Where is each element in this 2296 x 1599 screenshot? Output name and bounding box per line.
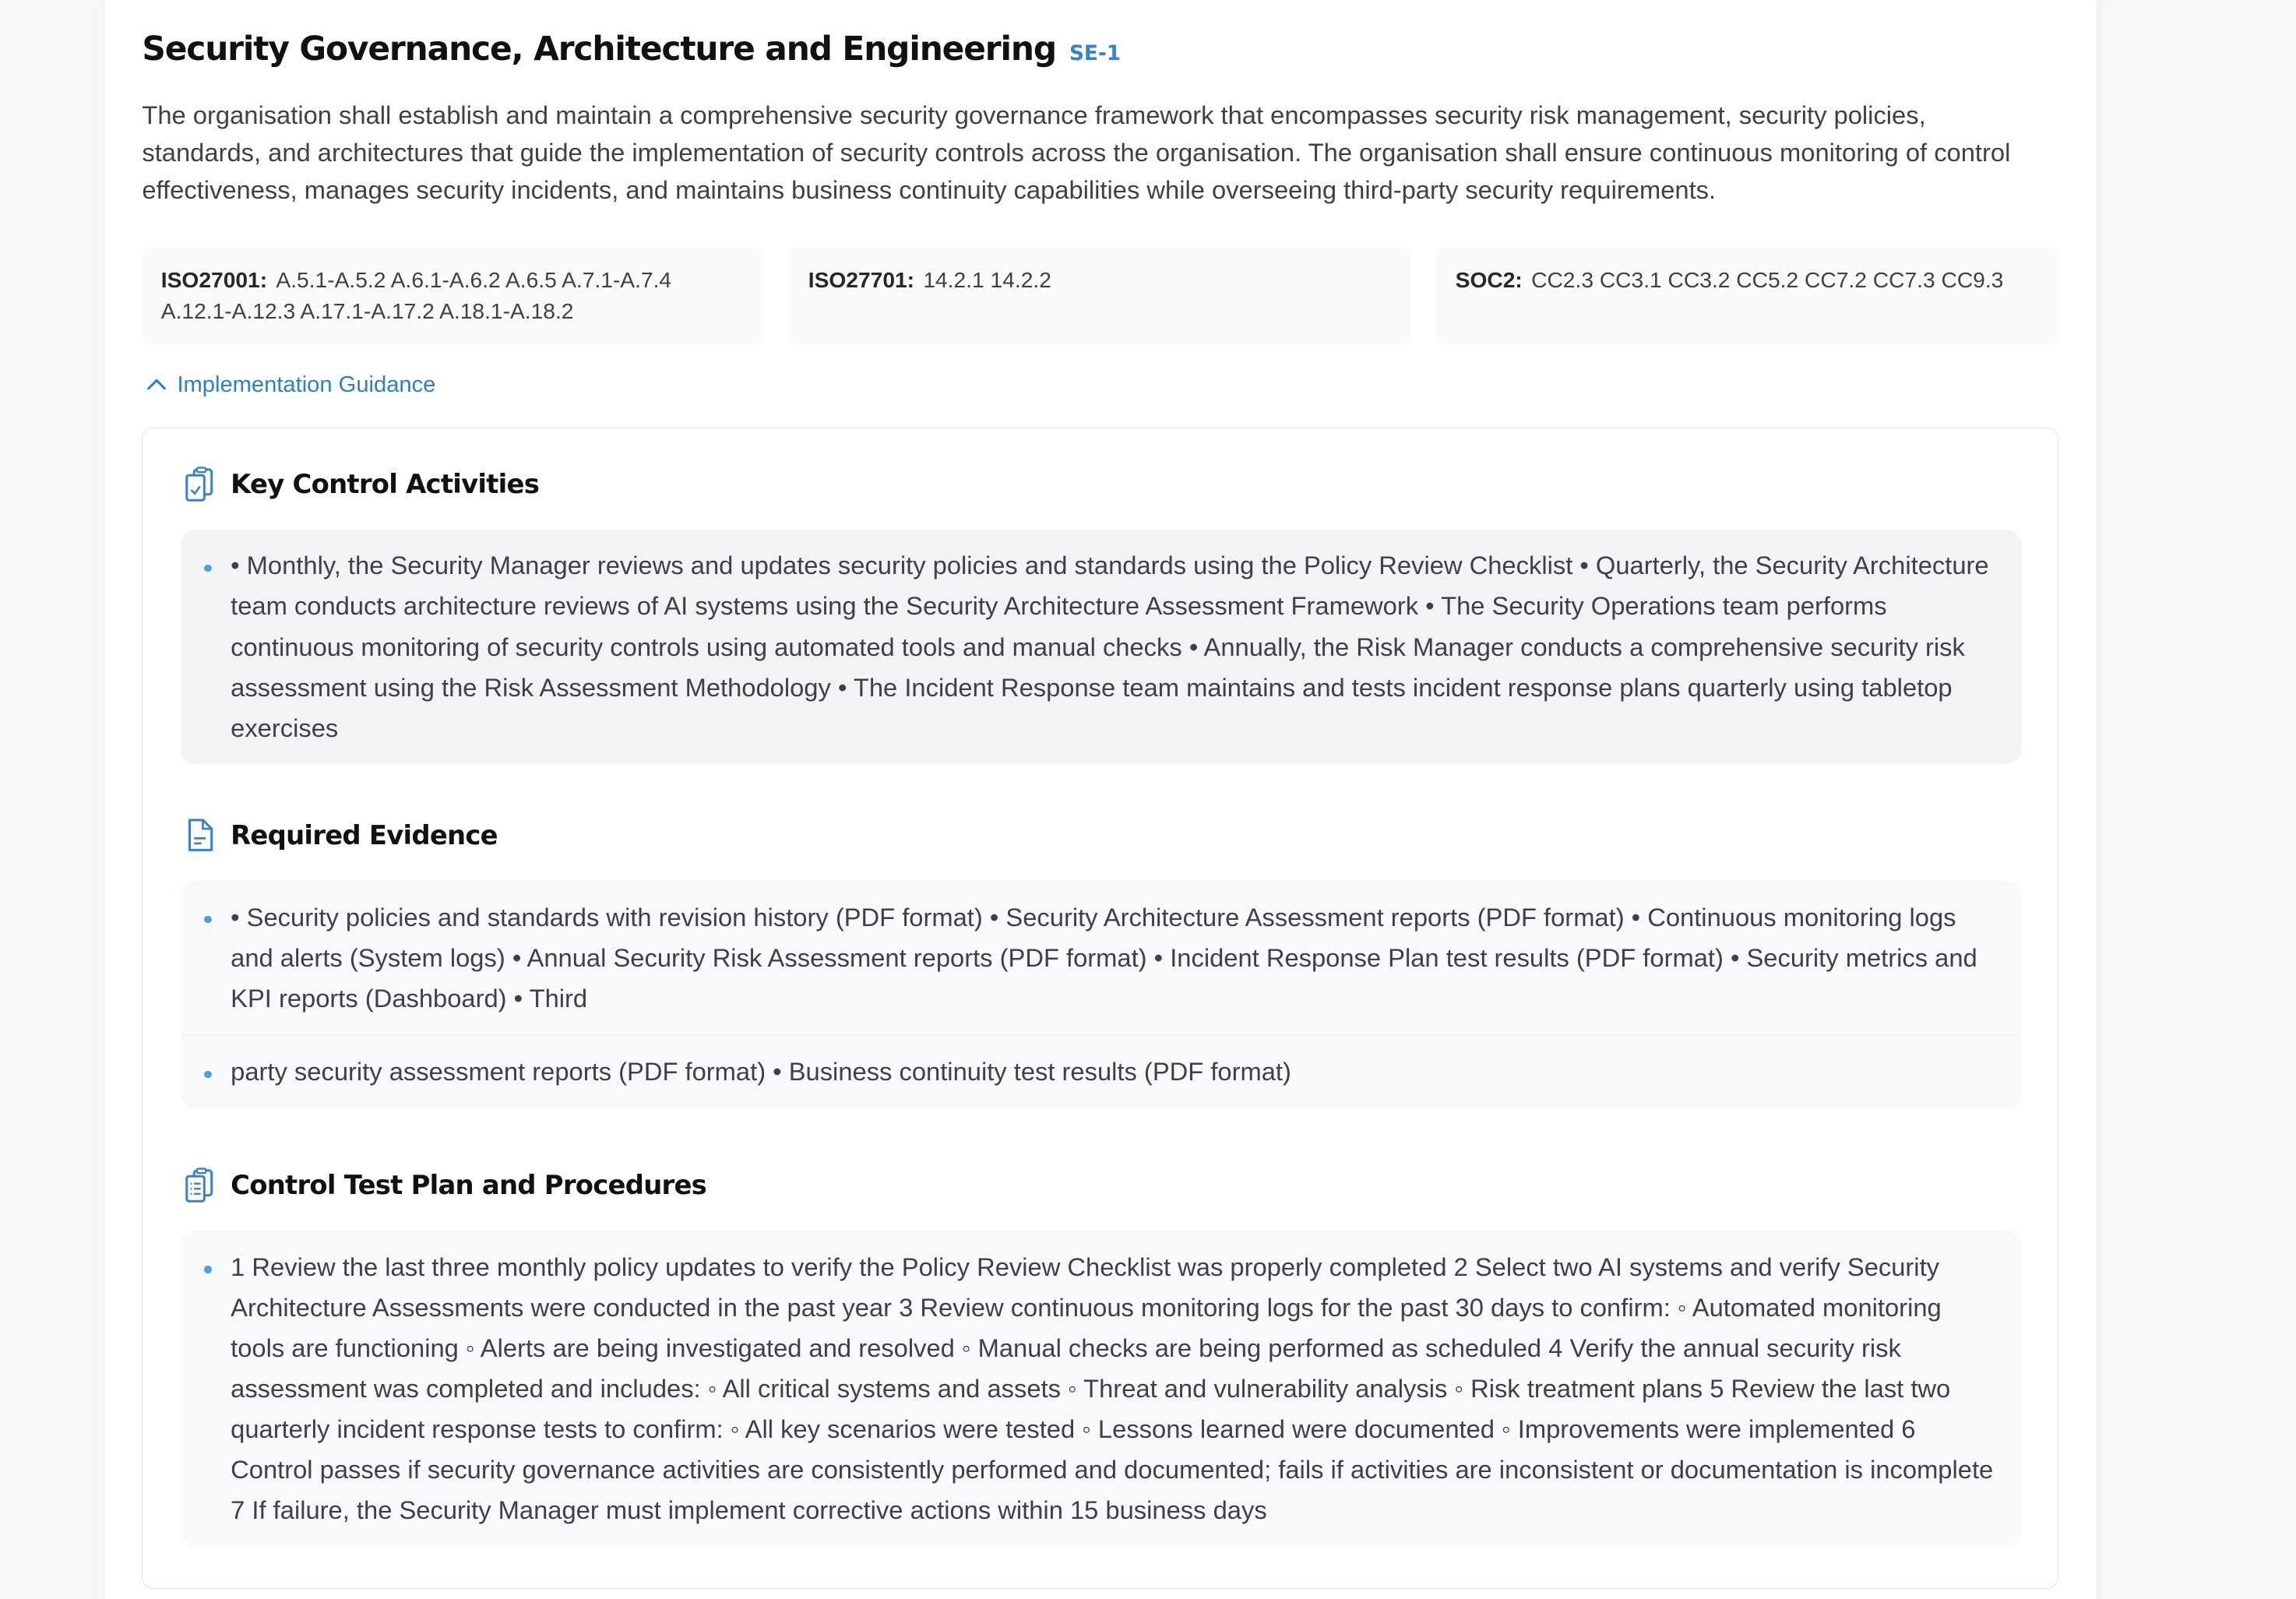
section-title: Key Control Activities (231, 468, 540, 499)
reference-value: 14.2.1 14.2.2 (923, 267, 1051, 293)
reference-label: ISO27701: (808, 267, 915, 293)
section-title: Required Evidence (231, 820, 498, 851)
reference-label: SOC2: (1455, 267, 1523, 293)
implementation-guidance-panel: Key Control Activities • Monthly, the Se… (142, 427, 2059, 1589)
list-item: • Security policies and standards with r… (181, 881, 2021, 1035)
reference-soc2: SOC2: CC2.3 CC3.1 CC3.2 CC5.2 CC7.2 CC7.3… (1436, 247, 2059, 344)
implementation-guidance-toggle[interactable]: Implementation Guidance (145, 372, 435, 398)
reference-value: CC2.3 CC3.1 CC3.2 CC5.2 CC7.2 CC7.3 CC9.… (1531, 267, 2004, 293)
control-card: Security Governance, Architecture and En… (105, 0, 2097, 1599)
section-header-control-test-plan: Control Test Plan and Procedures (184, 1168, 707, 1203)
section-title: Control Test Plan and Procedures (231, 1170, 707, 1201)
list-item: 1 Review the last three monthly policy u… (181, 1231, 2021, 1547)
page: Security Governance, Architecture and En… (0, 0, 2296, 1599)
clipboard-list-icon (185, 1168, 213, 1203)
reference-iso27701: ISO27701: 14.2.1 14.2.2 (789, 247, 1412, 344)
required-evidence-list: • Security policies and standards with r… (181, 880, 2022, 1108)
control-test-plan-list: 1 Review the last three monthly policy u… (181, 1231, 2022, 1548)
implementation-guidance-label: Implementation Guidance (177, 372, 436, 397)
chevron-up-icon (146, 379, 167, 390)
clipboard-check-icon (185, 467, 213, 502)
control-description: The organisation shall establish and mai… (142, 100, 2011, 205)
reference-iso27001: ISO27001: A.5.1-A.5.2 A.6.1-A.6.2 A.6.5 A… (142, 247, 765, 344)
list-item: • Monthly, the Security Manager reviews … (181, 530, 2021, 765)
control-title: Security Governance, Architecture and En… (142, 29, 1057, 68)
key-control-activities-list: • Monthly, the Security Manager reviews … (181, 529, 2022, 765)
document-icon (188, 819, 213, 851)
control-code-badge: SE-1 (1069, 41, 1122, 65)
section-header-key-control-activities: Key Control Activities (184, 467, 540, 502)
list-item: party security assessment reports (PDF f… (181, 1034, 2022, 1108)
control-header: Security Governance, Architecture and En… (142, 30, 1121, 68)
reference-label: ISO27001: (160, 267, 268, 293)
section-header-required-evidence: Required Evidence (184, 818, 498, 853)
framework-references: ISO27001: A.5.1-A.5.2 A.6.1-A.6.2 A.6.5 A… (142, 247, 2059, 344)
